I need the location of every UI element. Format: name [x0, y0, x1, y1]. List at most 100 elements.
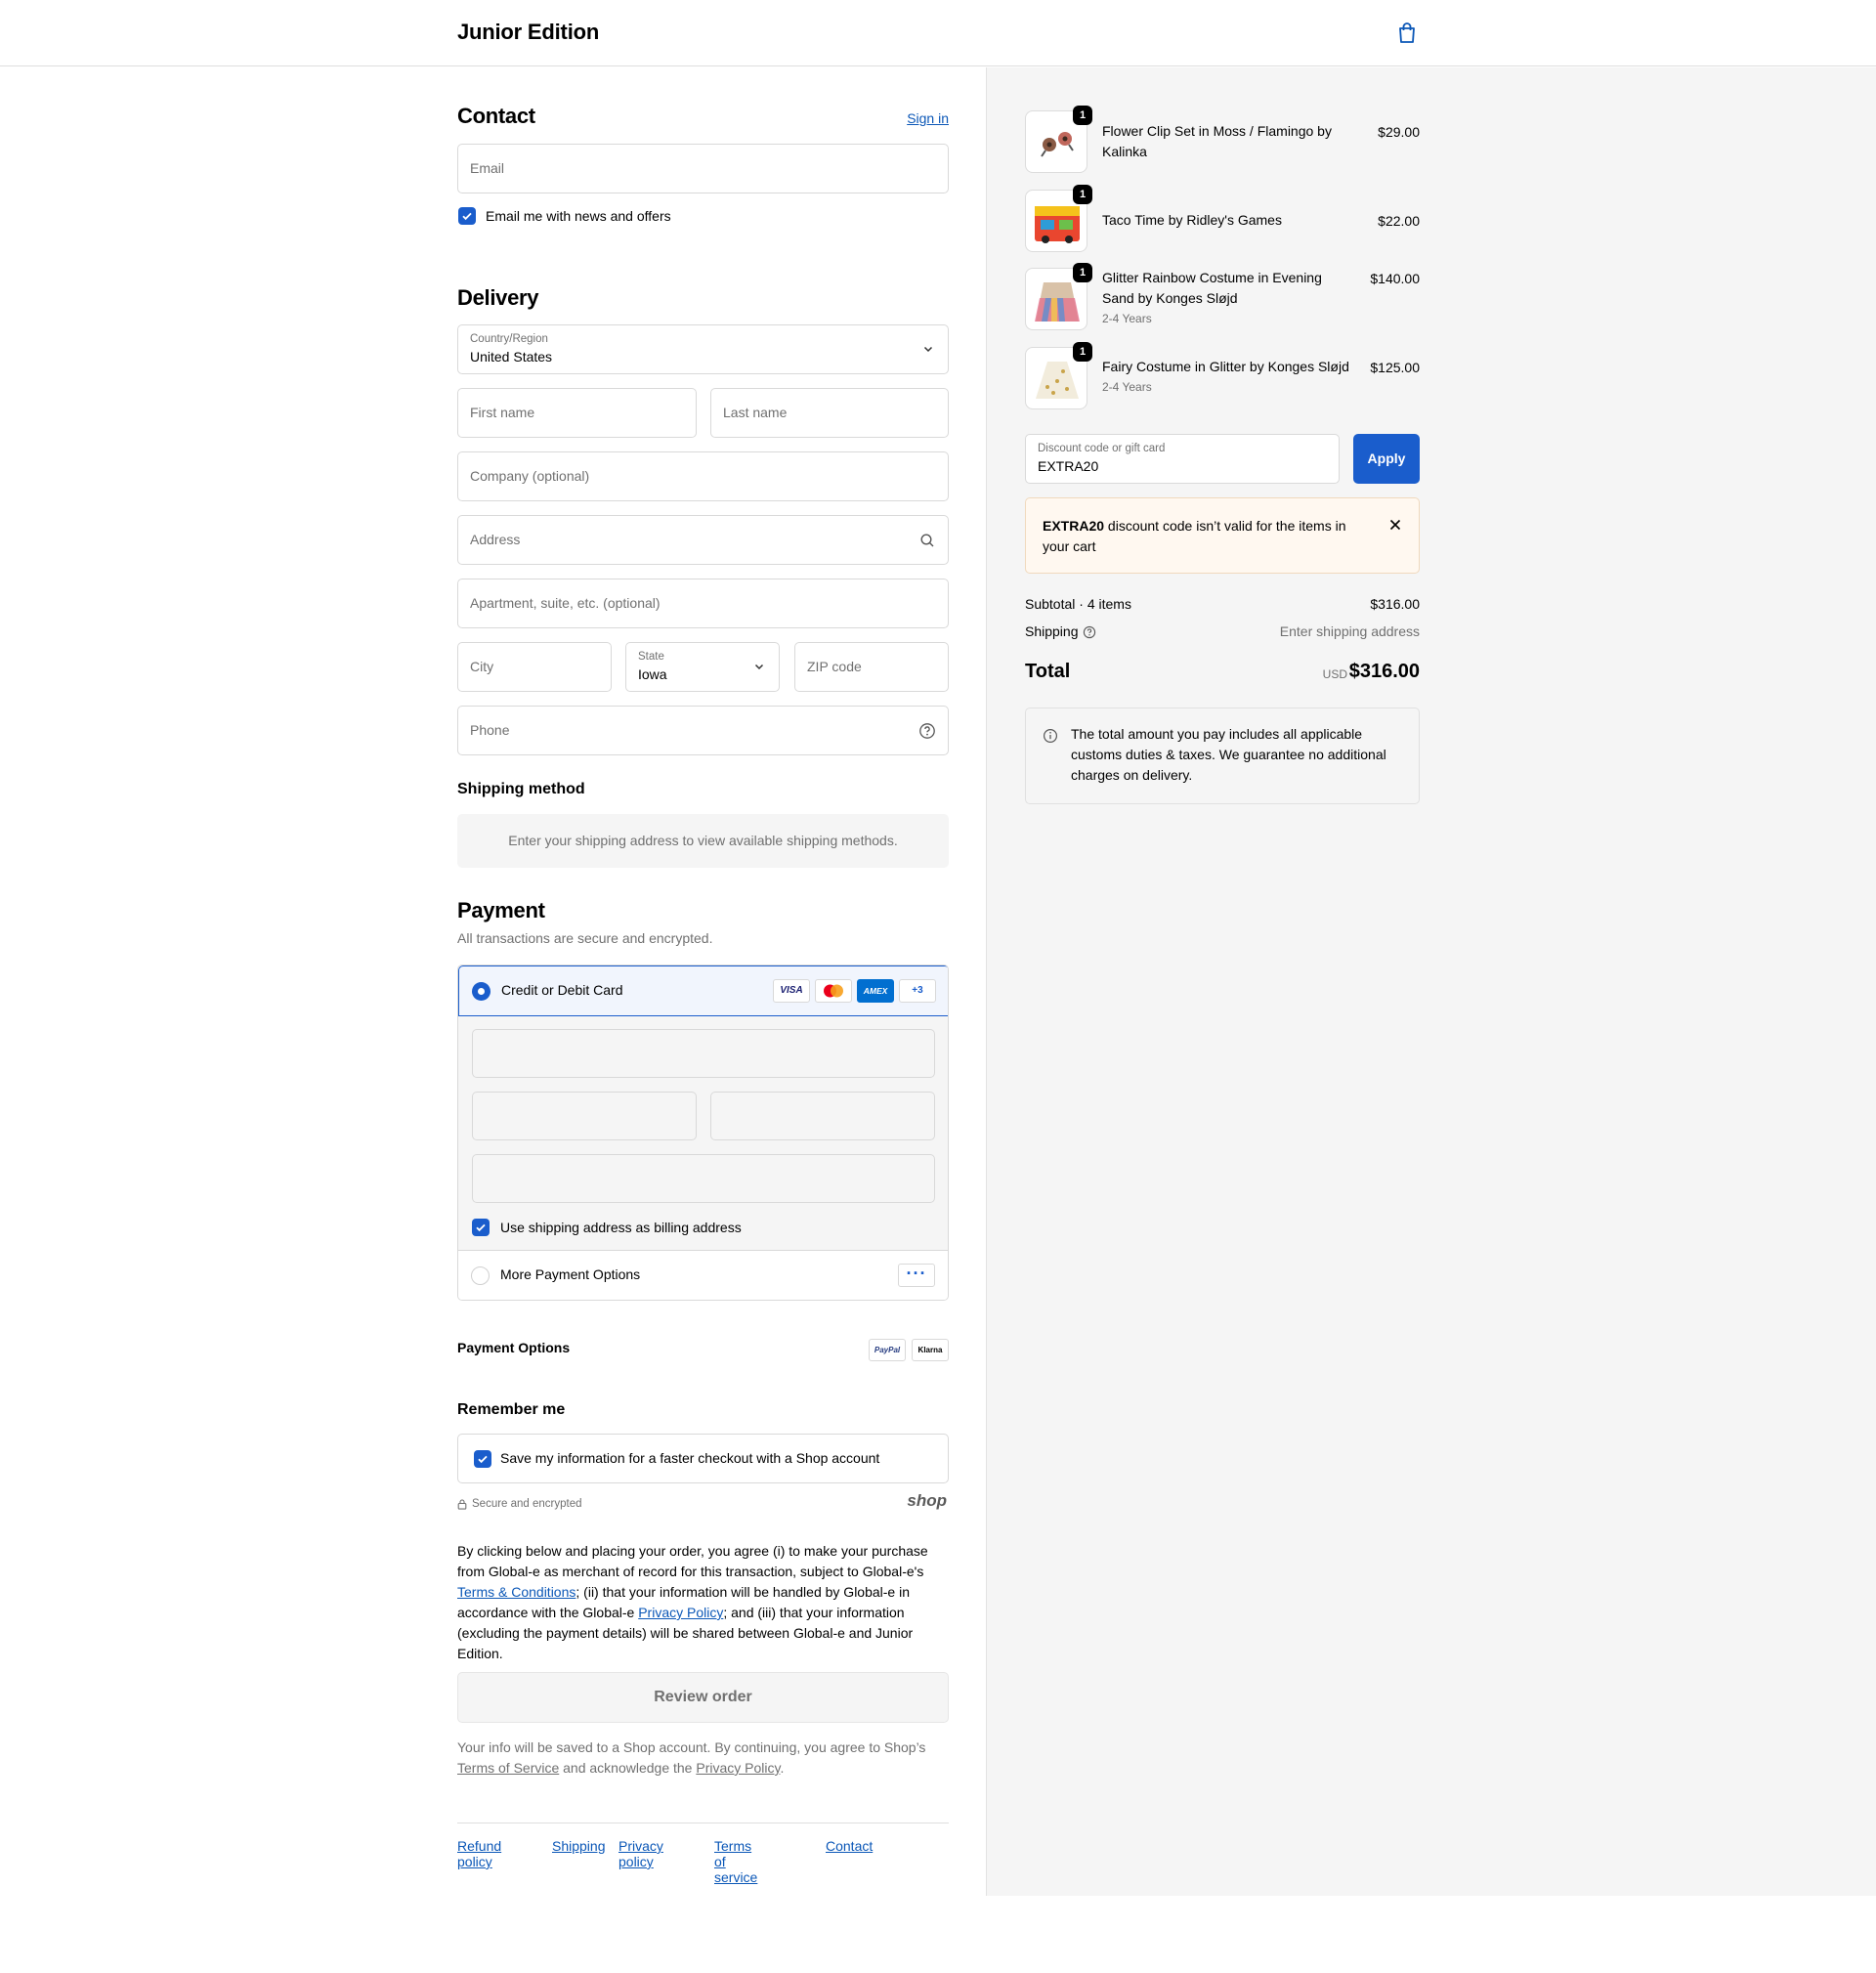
item-price: $140.00 — [1370, 271, 1420, 286]
shipping-label: Shipping — [1025, 623, 1079, 639]
ellipsis-icon: ··· — [898, 1264, 935, 1287]
billing-label: Use shipping address as billing address — [500, 1220, 742, 1235]
check-icon — [462, 212, 472, 221]
item-price: $22.00 — [1378, 213, 1420, 229]
company-field[interactable]: Company (optional) — [457, 451, 949, 501]
search-icon[interactable] — [919, 533, 935, 548]
item-thumbnail: 1 — [1025, 342, 1092, 409]
item-price: $29.00 — [1378, 124, 1420, 140]
apartment-field[interactable]: Apartment, suite, etc. (optional) — [457, 579, 949, 628]
payment-subtitle: All transactions are secure and encrypte… — [457, 930, 713, 946]
quantity-badge: 1 — [1073, 263, 1092, 282]
total-value: $316.00 — [1348, 661, 1420, 682]
terms-of-service-link[interactable]: Terms of service — [714, 1838, 757, 1885]
discount-value: EXTRA20 — [1038, 458, 1099, 474]
help-circle-icon[interactable] — [1083, 625, 1096, 639]
brand-logo[interactable]: Junior Edition — [457, 20, 599, 45]
close-icon[interactable] — [1388, 518, 1402, 532]
email-field[interactable]: Email — [457, 144, 949, 193]
card-expiry-field[interactable] — [472, 1092, 697, 1140]
quantity-badge: 1 — [1073, 106, 1092, 125]
subtotal-value: $316.00 — [1370, 596, 1420, 612]
subtotal-label: Subtotal · 4 items — [1025, 596, 1131, 612]
card-cvv-field[interactable] — [710, 1092, 935, 1140]
lock-icon — [457, 1499, 467, 1510]
save-info-checkbox[interactable] — [474, 1450, 491, 1468]
remember-title: Remember me — [457, 1401, 566, 1418]
zip-placeholder: ZIP code — [807, 659, 862, 674]
shipping-link[interactable]: Shipping — [552, 1838, 606, 1854]
card-number-field[interactable] — [472, 1029, 935, 1078]
address-field[interactable]: Address — [457, 515, 949, 565]
item-price: $125.00 — [1370, 360, 1420, 375]
info-icon — [1043, 728, 1058, 744]
more-options-label: More Payment Options — [500, 1266, 641, 1282]
item-variant: 2-4 Years — [1102, 380, 1152, 394]
item-thumbnail: 1 — [1025, 106, 1092, 173]
item-thumbnail: 1 — [1025, 185, 1092, 252]
review-order-button[interactable]: Review order — [457, 1672, 949, 1723]
credit-card-option[interactable]: Credit or Debit Card VISA AMEX +3 — [458, 965, 948, 1016]
payment-options-title: Payment Options — [457, 1340, 571, 1355]
discount-field[interactable]: Discount code or gift card EXTRA20 — [1025, 434, 1340, 484]
duties-note-text: The total amount you pay includes all ap… — [1071, 726, 1386, 783]
last-name-field[interactable]: Last name — [710, 388, 949, 438]
payment-title: Payment — [457, 898, 545, 922]
amex-logo: AMEX — [857, 979, 894, 1003]
billing-checkbox[interactable] — [472, 1219, 490, 1236]
save-info-box[interactable]: Save my information for a faster checkou… — [457, 1434, 949, 1483]
card-option-label: Credit or Debit Card — [501, 982, 623, 998]
save-info-label: Save my information for a faster checkou… — [500, 1450, 880, 1466]
visa-logo: VISA — [773, 979, 810, 1003]
shop-notice: Your info will be saved to a Shop accoun… — [457, 1739, 926, 1776]
more-radio[interactable] — [471, 1266, 490, 1285]
discount-error-banner: EXTRA20 discount code isn’t valid for th… — [1025, 497, 1420, 574]
zip-field[interactable]: ZIP code — [794, 642, 949, 692]
phone-placeholder: Phone — [470, 722, 510, 738]
total-label: Total — [1025, 661, 1071, 682]
paypal-logo: PayPal — [869, 1339, 906, 1361]
duties-note-box: The total amount you pay includes all ap… — [1025, 708, 1420, 804]
card-radio[interactable] — [472, 982, 490, 1001]
klarna-logo: Klarna — [912, 1339, 949, 1361]
shop-logo: shop — [907, 1491, 947, 1510]
discount-label: Discount code or gift card — [1038, 443, 1166, 454]
sign-in-link[interactable]: Sign in — [907, 110, 949, 126]
apartment-placeholder: Apartment, suite, etc. (optional) — [470, 595, 661, 611]
mastercard-logo — [815, 979, 852, 1003]
refund-policy-link[interactable]: Refund policy — [457, 1838, 501, 1869]
currency-code: USD — [1322, 667, 1347, 681]
city-field[interactable]: City — [457, 642, 612, 692]
company-placeholder: Company (optional) — [470, 468, 590, 484]
more-payment-option[interactable]: More Payment Options ··· — [458, 1251, 948, 1300]
apply-button[interactable]: Apply — [1353, 434, 1420, 484]
shipping-value: Enter shipping address — [1279, 623, 1420, 639]
payment-methods: Credit or Debit Card VISA AMEX +3 Use sh… — [457, 965, 949, 1301]
card-name-field[interactable] — [472, 1154, 935, 1203]
quantity-badge: 1 — [1073, 185, 1092, 204]
shop-tos-link[interactable]: Terms of Service — [457, 1760, 559, 1776]
phone-field[interactable]: Phone — [457, 706, 949, 755]
country-value: United States — [470, 349, 553, 365]
help-circle-icon[interactable] — [918, 722, 936, 740]
privacy-policy-footer-link[interactable]: Privacy policy — [618, 1838, 663, 1869]
chevron-down-icon — [754, 664, 764, 670]
privacy-policy-link[interactable]: Privacy Policy — [638, 1605, 723, 1620]
shopping-bag-icon[interactable] — [1396, 21, 1418, 45]
card-fields: Use shipping address as billing address — [458, 1016, 948, 1251]
more-cards-badge: +3 — [899, 979, 936, 1003]
country-select[interactable]: Country/Region United States — [457, 324, 949, 374]
delivery-title: Delivery — [457, 285, 539, 310]
first-name-field[interactable]: First name — [457, 388, 697, 438]
item-name: Fairy Costume in Glitter by Konges Sløjd — [1102, 359, 1349, 374]
news-label: Email me with news and offers — [486, 208, 671, 224]
check-icon — [476, 1223, 486, 1232]
news-checkbox[interactable] — [458, 207, 476, 225]
state-select[interactable]: State Iowa — [625, 642, 780, 692]
contact-link[interactable]: Contact — [826, 1838, 873, 1854]
item-thumbnail: 1 — [1025, 263, 1092, 330]
country-label: Country/Region — [470, 333, 548, 345]
order-summary-panel — [986, 67, 1876, 1896]
terms-conditions-link[interactable]: Terms & Conditions — [457, 1584, 576, 1600]
shop-privacy-link[interactable]: Privacy Policy — [696, 1760, 780, 1776]
